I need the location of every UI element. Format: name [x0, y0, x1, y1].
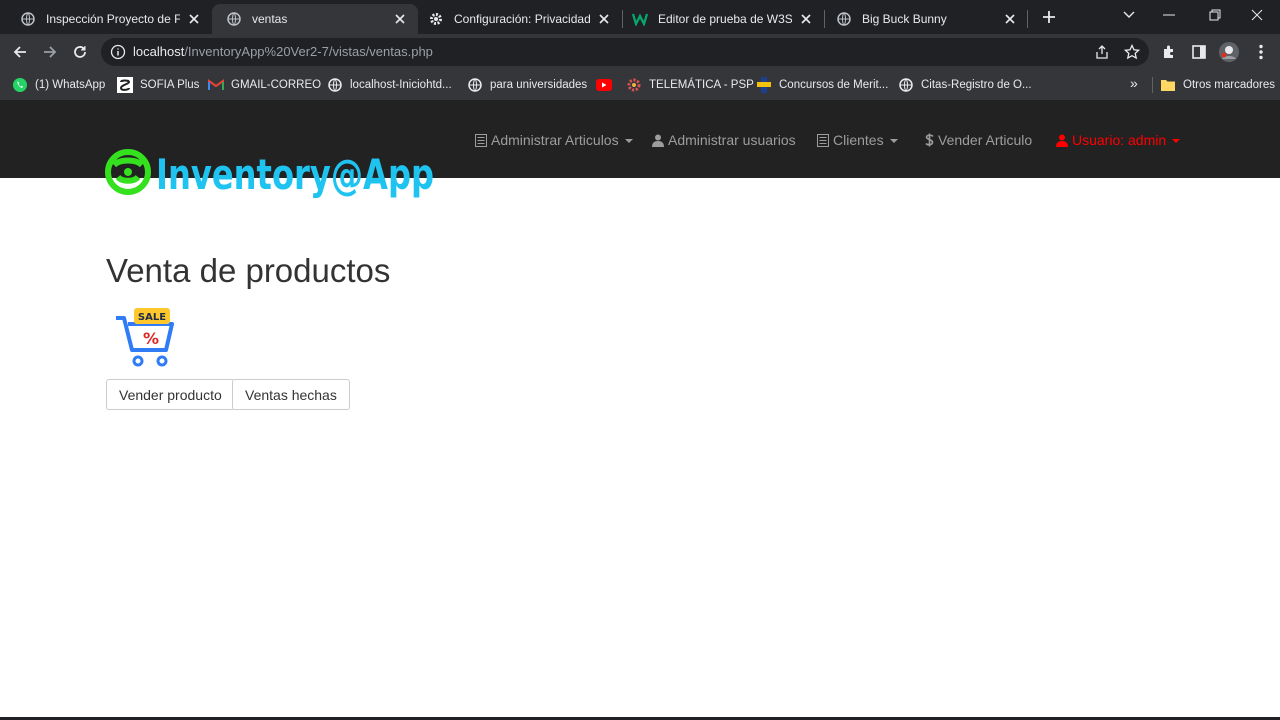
nav-label: Clientes [833, 132, 884, 148]
tab-title: Inspección Proyecto de Form [46, 12, 180, 26]
tab-ventas[interactable]: ventas [212, 4, 418, 34]
tab-big-buck-bunny[interactable]: Big Buck Bunny [822, 4, 1028, 34]
bookmark-label: GMAIL-CORREO [231, 79, 322, 91]
user-icon [1056, 134, 1068, 147]
bookmarks-separator [1152, 77, 1153, 93]
caret-down-icon [1172, 139, 1181, 143]
logo-emblem-icon [105, 149, 151, 195]
nav-clientes[interactable]: Clientes [817, 131, 898, 149]
url-text[interactable]: localhost/InventoryApp%20Ver2-7/vistas/v… [133, 44, 433, 59]
bookmark-label: Citas-Registro de O... [921, 79, 1032, 91]
tab-configuracion[interactable]: Configuración: Privacidad y s [414, 4, 622, 34]
site-info-icon[interactable] [110, 44, 126, 60]
vender-producto-button[interactable]: Vender producto [106, 379, 235, 410]
tab-title: Editor de prueba de W3Schoo [658, 12, 792, 26]
nav-label: Administrar usuarios [668, 132, 796, 148]
dollar-icon [925, 133, 934, 147]
bookmark-label: Otros marcadores [1183, 79, 1276, 91]
new-tab-button[interactable] [1038, 6, 1060, 28]
cnsc-icon [756, 77, 772, 93]
close-tab-icon[interactable] [798, 11, 814, 27]
sale-badge-text: SALE [138, 312, 166, 323]
bookmark-youtube[interactable] [596, 76, 619, 94]
globe-icon [467, 77, 483, 93]
reload-button[interactable] [66, 38, 94, 66]
bookmark-gmail[interactable]: GMAIL-CORREO [208, 76, 321, 94]
nav-label: Vender Articulo [938, 132, 1033, 148]
tab-title: Configuración: Privacidad y s [454, 12, 590, 26]
more-bookmarks-button[interactable]: » [1130, 75, 1146, 95]
extensions-icon[interactable] [1159, 42, 1179, 62]
user-icon [652, 134, 664, 147]
nav-label: Administrar Articulos [491, 132, 619, 148]
logo-text: Inventory@App [156, 150, 434, 199]
tab-separator [1027, 10, 1028, 28]
w3schools-icon [632, 11, 648, 27]
sale-cart-icon: SALE % [114, 306, 180, 372]
back-button[interactable] [6, 38, 34, 66]
bookmark-otros-marcadores[interactable]: Otros marcadores [1160, 76, 1275, 94]
tab-inspeccion[interactable]: Inspección Proyecto de Form [6, 4, 212, 34]
page-title: Venta de productos [106, 252, 391, 289]
nav-administrar-articulos[interactable]: Administrar Articulos [475, 131, 633, 149]
sofia-icon [117, 77, 133, 93]
bookmark-label: SOFIA Plus [140, 79, 200, 91]
bookmark-star-icon[interactable] [1123, 43, 1141, 61]
nav-label: Usuario: admin [1072, 132, 1167, 148]
close-tab-icon[interactable] [1002, 11, 1018, 27]
bookmark-concursos[interactable]: Concursos de Merit... [756, 76, 888, 94]
bookmark-sofia-plus[interactable]: SOFIA Plus [117, 76, 199, 94]
globe-icon [836, 11, 852, 27]
bookmark-whatsapp[interactable]: (1) WhatsApp [12, 76, 105, 94]
bookmark-telematica[interactable]: TELEMÁTICA - PSP [626, 76, 754, 94]
restore-button[interactable] [1192, 0, 1238, 30]
bookmark-label: Concursos de Merit... [779, 79, 889, 91]
caret-down-icon [624, 139, 633, 143]
bookmark-label: TELEMÁTICA - PSP [649, 79, 754, 91]
percent-text: % [143, 329, 159, 348]
youtube-icon [596, 77, 612, 93]
caret-down-icon [889, 139, 898, 143]
app-logo[interactable]: Inventory@App [104, 137, 438, 209]
close-tab-icon[interactable] [596, 11, 612, 27]
side-panel-icon[interactable] [1189, 42, 1209, 62]
bookmark-label: (1) WhatsApp [35, 79, 106, 91]
gear-icon [428, 11, 444, 27]
list-alt-icon [817, 133, 829, 147]
url-path: /InventoryApp%20Ver2-7/vistas/ventas.php [184, 44, 433, 59]
bookmark-label: localhost-Iniciohtd... [350, 79, 452, 91]
bookmark-localhost-inicio[interactable]: localhost-Iniciohtd... [327, 76, 452, 94]
bookmark-citas-registro[interactable]: Citas-Registro de O... [898, 76, 1032, 94]
ventas-hechas-button[interactable]: Ventas hechas [232, 379, 350, 410]
gmail-icon [208, 77, 224, 93]
globe-icon [226, 11, 242, 27]
forward-button[interactable] [36, 38, 64, 66]
gear-red-icon [626, 77, 642, 93]
globe-icon [898, 77, 914, 93]
close-tab-icon[interactable] [392, 11, 408, 27]
globe-icon [327, 77, 343, 93]
bookmarks-bar: (1) WhatsApp SOFIA Plus GMAIL-CORREO loc… [0, 70, 1280, 101]
whatsapp-icon [12, 77, 28, 93]
globe-icon [20, 11, 36, 27]
folder-icon [1160, 77, 1176, 93]
url-host: localhost [133, 44, 185, 59]
list-alt-icon [475, 133, 487, 147]
share-icon[interactable] [1093, 43, 1111, 61]
browser-tab-strip: Inspección Proyecto de Form ventas Confi… [0, 0, 1280, 34]
nav-vender-articulo[interactable]: Vender Articulo [925, 131, 1032, 149]
close-tab-icon[interactable] [186, 11, 202, 27]
tab-w3schools[interactable]: Editor de prueba de W3Schoo [618, 4, 824, 34]
bookmark-label: para universidades [490, 79, 588, 91]
close-window-button[interactable] [1234, 0, 1280, 30]
profile-avatar-icon[interactable] [1219, 42, 1239, 62]
tab-title: ventas [252, 12, 288, 26]
minimize-button[interactable] [1146, 0, 1192, 30]
nav-usuario-admin[interactable]: Usuario: admin [1056, 131, 1181, 149]
nav-administrar-usuarios[interactable]: Administrar usuarios [652, 131, 796, 149]
menu-icon[interactable] [1251, 42, 1271, 62]
bookmark-para-universidades[interactable]: para universidades [467, 76, 587, 94]
tab-title: Big Buck Bunny [862, 12, 947, 26]
